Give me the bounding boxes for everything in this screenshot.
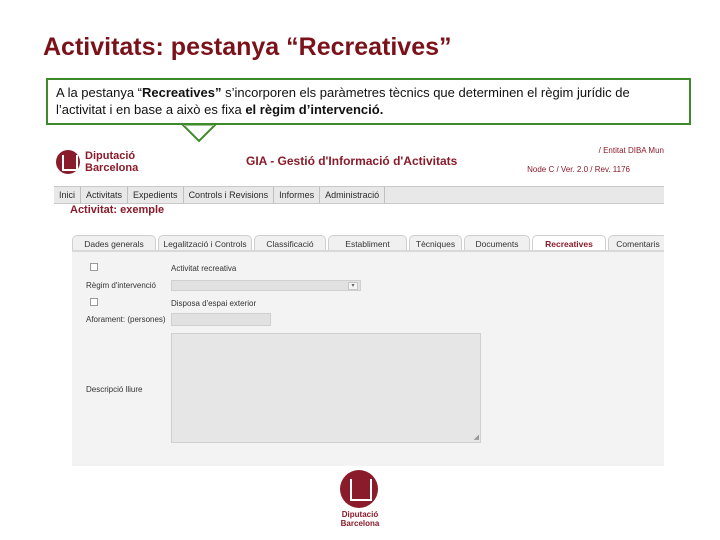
- diputacio-seal-icon: [340, 470, 378, 508]
- footer-logo-line-1: Diputació: [341, 510, 379, 519]
- espai-exterior-label: Disposa d'espai exterior: [171, 299, 257, 308]
- tab-tecniques[interactable]: Tècniques: [409, 235, 462, 250]
- app-title: GIA - Gestió d'Informació d'Activitats: [246, 154, 458, 168]
- recreatives-panel: Activitat recreativa Règim d'intervenció…: [72, 252, 664, 466]
- footer-logo-line-2: Barcelona: [340, 519, 380, 528]
- aforament-label: Aforament: (persones): [86, 315, 166, 324]
- menu-item-expedients[interactable]: Expedients: [128, 187, 184, 203]
- menu-item-controls-revisions[interactable]: Controls i Revisions: [184, 187, 275, 203]
- tab-classificacio[interactable]: Classificació: [254, 235, 326, 250]
- user-entity: / Entitat DIBA Mun: [598, 146, 664, 155]
- tab-establiment[interactable]: Establiment: [328, 235, 407, 250]
- callout-text-1: A la pestanya “: [56, 85, 142, 100]
- version-info: Node C / Ver. 2.0 / Rev. 1176: [527, 165, 630, 174]
- footer-logo-text: Diputació Barcelona: [337, 510, 383, 528]
- tab-comentaris[interactable]: Comentaris: [608, 235, 664, 250]
- tab-bar: Dades generals Legalització i Controls C…: [72, 235, 664, 252]
- menu-item-activitats[interactable]: Activitats: [81, 187, 129, 203]
- activity-title: Activitat: exemple: [70, 204, 165, 216]
- logo-text: Diputació Barcelona: [85, 150, 138, 174]
- callout-text-regime: el règim d’intervenció.: [245, 102, 384, 117]
- menu-item-administracio[interactable]: Administració: [320, 187, 386, 203]
- tab-dades-generals[interactable]: Dades generals: [72, 235, 156, 250]
- callout-text-tab-name: Recreatives”: [142, 85, 222, 100]
- regim-intervencio-label: Règim d'intervenció: [86, 281, 157, 290]
- tab-recreatives[interactable]: Recreatives: [532, 235, 606, 250]
- activitat-recreativa-label: Activitat recreativa: [171, 264, 237, 273]
- logo-line-1: Diputació: [85, 150, 136, 162]
- diputacio-logo-icon: [56, 150, 80, 174]
- resize-handle-icon[interactable]: ◢: [474, 434, 479, 441]
- menu-item-informes[interactable]: Informes: [274, 187, 321, 203]
- tab-documents[interactable]: Documents: [464, 235, 530, 250]
- diputacio-logo[interactable]: Diputació Barcelona: [54, 146, 144, 178]
- activitat-recreativa-checkbox[interactable]: [90, 263, 98, 271]
- tab-legalitzacio-controls[interactable]: Legalització i Controls: [158, 235, 252, 250]
- slide-title: Activitats: pestanya “Recreatives”: [43, 33, 452, 61]
- aforament-input[interactable]: [171, 313, 271, 326]
- chevron-down-icon[interactable]: ▾: [348, 282, 358, 290]
- main-menu: Inici Activitats Expedients Controls i R…: [54, 186, 664, 204]
- descripcio-lliure-textarea[interactable]: ◢: [171, 333, 481, 443]
- espai-exterior-checkbox[interactable]: [90, 298, 98, 306]
- app-screenshot: Diputació Barcelona GIA - Gestió d'Infor…: [54, 140, 664, 466]
- logo-line-2: Barcelona: [85, 162, 139, 174]
- callout-box: A la pestanya “Recreatives” s’incorporen…: [46, 78, 691, 125]
- regim-intervencio-select[interactable]: ▾: [171, 280, 361, 291]
- descripcio-lliure-label: Descripció lliure: [86, 385, 143, 394]
- menu-item-inici[interactable]: Inici: [54, 187, 82, 203]
- footer-logo: Diputació Barcelona: [337, 470, 383, 528]
- app-header: Diputació Barcelona GIA - Gestió d'Infor…: [54, 140, 664, 186]
